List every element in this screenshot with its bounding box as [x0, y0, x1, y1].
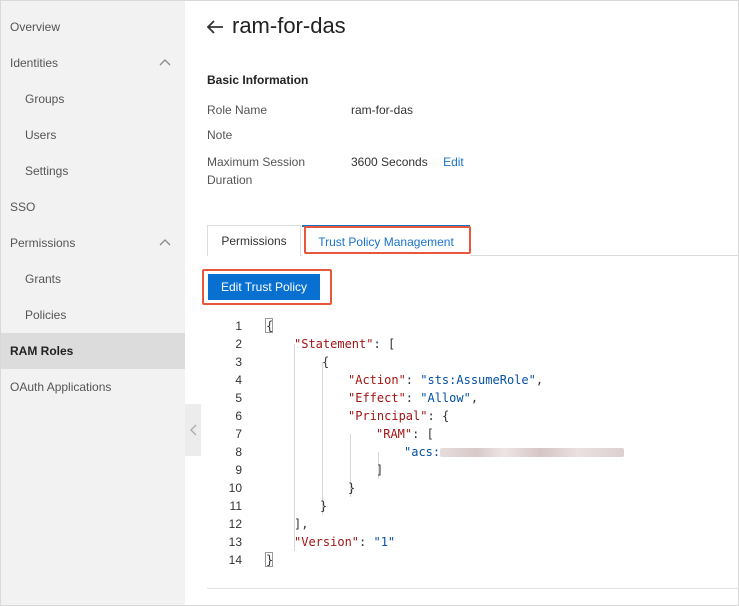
code-token: ] [376, 463, 384, 477]
code-line-3: { [322, 353, 329, 371]
sidebar-item-ram-roles[interactable]: RAM Roles [1, 333, 185, 369]
max-session-value: 3600 Seconds [351, 155, 428, 169]
code-line-12: ], [294, 515, 308, 533]
page-title: ram-for-das [232, 13, 346, 38]
line-number: 4 [235, 373, 242, 387]
sidebar-item-label: RAM Roles [10, 344, 74, 358]
chevron-up-icon[interactable] [159, 238, 171, 246]
tab-trust-policy-management[interactable]: Trust Policy Management [302, 225, 470, 256]
sidebar-item-label: OAuth Applications [10, 380, 112, 394]
code-token: "1" [373, 535, 396, 549]
redacted-value [440, 448, 625, 457]
sidebar-item-settings[interactable]: Settings [1, 153, 185, 189]
code-token: { [266, 319, 274, 333]
code-token: "RAM" [376, 427, 413, 441]
sidebar-item-overview[interactable]: Overview [1, 9, 185, 45]
note-label: Note [207, 128, 233, 142]
code-token: "Allow" [420, 391, 471, 405]
line-number: 6 [235, 409, 242, 423]
line-number: 14 [228, 553, 242, 567]
sidebar-item-groups[interactable]: Groups [1, 81, 185, 117]
line-number: 1 [235, 319, 242, 333]
code-line-10: } [348, 479, 355, 497]
sidebar-item-label: Policies [25, 308, 67, 322]
sidebar-collapse-toggle[interactable] [185, 404, 201, 456]
section-title-basic-information: Basic Information [207, 73, 309, 87]
line-number: 5 [235, 391, 242, 405]
code-token: [ [387, 337, 396, 351]
back-arrow-icon[interactable] [206, 19, 224, 35]
sidebar-item-label: Settings [25, 164, 69, 178]
tab-label: Trust Policy Management [318, 234, 454, 249]
code-token: } [348, 481, 356, 495]
max-session-label-line2: Duration [207, 173, 253, 187]
code-token: } [266, 553, 274, 567]
code-line-9: ] [376, 461, 383, 479]
sidebar-item-label: Permissions [10, 236, 76, 250]
sidebar: Overview Identities Groups Users Setting… [1, 1, 185, 605]
line-number: 7 [235, 427, 242, 441]
sidebar-item-label: Overview [10, 20, 61, 34]
chevron-up-icon[interactable] [159, 58, 171, 66]
code-line-2: "Statement": [ [294, 337, 396, 351]
code-token: [ [426, 427, 434, 441]
line-number: 13 [228, 535, 242, 549]
code-token: "Version" [294, 535, 360, 549]
sidebar-item-label: Users [25, 128, 57, 142]
code-line-14: } [266, 551, 273, 569]
edit-session-link[interactable]: Edit [443, 155, 464, 169]
code-line-6: "Principal": { [348, 409, 450, 423]
sidebar-item-permissions[interactable]: Permissions [1, 225, 185, 261]
sidebar-item-label: Groups [25, 92, 65, 106]
tab-permissions[interactable]: Permissions [207, 225, 301, 256]
line-number: 3 [235, 355, 242, 369]
code-token: } [320, 499, 328, 513]
line-number: 11 [229, 499, 242, 513]
role-name-label: Role Name [207, 103, 268, 117]
tab-label: Permissions [221, 234, 287, 248]
line-number: 9 [235, 463, 242, 477]
sidebar-item-sso[interactable]: SSO [1, 189, 185, 225]
sidebar-item-oauth-applications[interactable]: OAuth Applications [1, 369, 185, 405]
content-divider [207, 588, 739, 589]
code-line-13: "Version": "1" [294, 535, 396, 549]
code-token: "Action" [348, 373, 406, 387]
line-number: 10 [228, 481, 242, 495]
code-line-1: { [266, 317, 273, 335]
code-token: "acs: [404, 445, 441, 459]
code-token: "Principal" [348, 409, 428, 423]
max-session-label: Maximum Session Duration [207, 153, 305, 189]
code-token: "Effect" [348, 391, 406, 405]
code-line-4: "Action": "sts:AssumeRole", [348, 373, 544, 387]
line-number: 12 [228, 517, 242, 531]
max-session-label-line1: Maximum Session [207, 155, 306, 169]
code-line-8: "acs: [404, 443, 625, 461]
line-number: 8 [235, 445, 242, 459]
sidebar-item-label: Grants [25, 272, 62, 286]
sidebar-item-policies[interactable]: Policies [1, 297, 185, 333]
line-number: 2 [235, 337, 242, 351]
code-line-5: "Effect": "Allow", [348, 391, 479, 405]
trust-policy-code-viewer[interactable]: 1 2 3 4 5 6 7 8 9 10 11 12 13 14 { "Stat… [207, 317, 727, 579]
sidebar-item-grants[interactable]: Grants [1, 261, 185, 297]
code-token: ], [294, 517, 309, 531]
code-token: { [441, 409, 450, 423]
sidebar-item-identities[interactable]: Identities [1, 45, 185, 81]
code-line-11: } [320, 497, 327, 515]
max-session-value-row: 3600 Seconds Edit [351, 153, 464, 171]
sidebar-item-label: Identities [10, 56, 59, 70]
edit-trust-policy-button[interactable]: Edit Trust Policy [208, 274, 320, 300]
indent-guide [322, 362, 323, 515]
chevron-left-icon [189, 424, 196, 436]
code-token: "Statement" [294, 337, 374, 351]
sidebar-item-label: SSO [10, 200, 36, 214]
code-token: { [322, 355, 330, 369]
code-token: "sts:AssumeRole" [420, 373, 536, 387]
sidebar-item-users[interactable]: Users [1, 117, 185, 153]
code-line-7: "RAM": [ [376, 427, 434, 441]
role-name-value: ram-for-das [351, 103, 414, 117]
